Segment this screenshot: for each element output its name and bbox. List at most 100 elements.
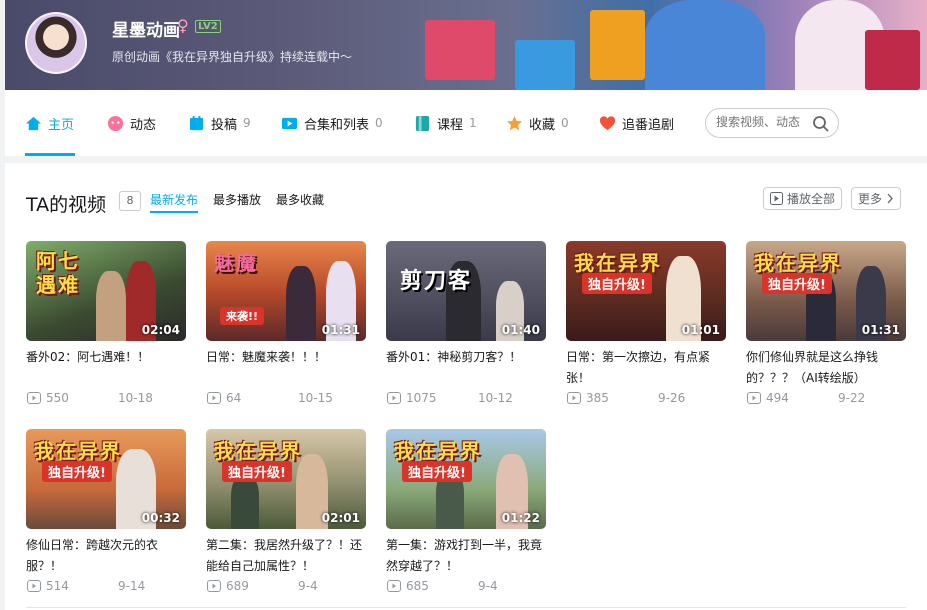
video-card[interactable]: 我在异界 独自升级! 00:32 修仙日常：跨越次元的衣服？！ 514 9-14	[26, 429, 186, 599]
video-title[interactable]: 第二集：我居然升级了？！还能给自己加属性？！	[206, 535, 366, 577]
video-title[interactable]: 第一集：游戏打到一半，我竟然穿越了？！	[386, 535, 546, 577]
video-thumbnail[interactable]: 我在异界 独自升级! 01:31	[746, 241, 906, 341]
play-count-icon	[387, 392, 401, 404]
tab-course[interactable]: 课程 1	[414, 112, 477, 134]
sort-tab-most-played[interactable]: 最多播放	[213, 191, 261, 208]
banner-character-art	[645, 0, 765, 90]
video-card[interactable]: 魅魔 来袭!! 01:31 日常：魅魔来袭！！！ 64 10-15	[206, 241, 366, 411]
video-card[interactable]: 我在异界 独自升级! 01:22 第一集：游戏打到一半，我竟然穿越了？！ 685…	[386, 429, 546, 599]
play-count: 494	[766, 391, 789, 405]
profile-nav: 主页 动态 投稿 9 合集和列表 0 课程 1 收藏 0 追番追剧	[5, 90, 927, 156]
video-title[interactable]: 日常：魅魔来袭！！！	[206, 347, 366, 368]
play-count: 550	[46, 391, 69, 405]
avatar[interactable]	[25, 12, 87, 74]
thumbnail-art-subtitle: 独自升级!	[762, 273, 832, 294]
video-thumbnail[interactable]: 我在异界 独自升级! 01:22	[386, 429, 546, 529]
play-count: 64	[226, 391, 242, 405]
video-thumbnail[interactable]: 魅魔 来袭!! 01:31	[206, 241, 366, 341]
collection-icon	[281, 117, 298, 129]
username[interactable]: 星墨动画	[112, 16, 180, 41]
tab-bangumi[interactable]: 追番追剧	[599, 112, 674, 134]
more-button[interactable]: 更多	[851, 187, 902, 210]
video-duration: 01:01	[681, 323, 720, 337]
thumbnail-art-title: 我在异界	[394, 439, 482, 463]
video-title[interactable]: 你们修仙界就是这么挣钱的？？？（AI转绘版）	[746, 347, 906, 389]
play-count: 689	[226, 579, 249, 593]
video-thumbnail[interactable]: 我在异界 独自升级! 01:01	[566, 241, 726, 341]
banner-gift-decoration	[515, 40, 575, 90]
video-card[interactable]: 我在异界 独自升级! 01:01 日常：第一次擦边，有点紧张！ 385 9-26	[566, 241, 726, 411]
thumbnail-figure	[286, 266, 316, 341]
video-title[interactable]: 番外01：神秘剪刀客？！	[386, 347, 546, 368]
search-box[interactable]	[705, 108, 839, 138]
tab-upload[interactable]: 投稿 9	[188, 112, 251, 134]
video-card[interactable]: 我在异界 独自升级! 01:31 你们修仙界就是这么挣钱的？？？（AI转绘版） …	[746, 241, 906, 411]
play-all-button[interactable]: 播放全部	[763, 187, 843, 210]
tab-count: 0	[561, 116, 569, 130]
upload-date: 9-26	[658, 391, 686, 405]
video-duration: 01:31	[321, 323, 360, 337]
video-meta: 550 10-18	[26, 391, 186, 407]
video-duration: 01:22	[501, 511, 540, 525]
tab-label: 动态	[130, 117, 157, 133]
tab-label: 主页	[48, 117, 75, 133]
play-all-label: 播放全部	[787, 192, 836, 206]
play-count-icon	[747, 392, 761, 404]
divider	[26, 607, 906, 608]
section-count: 8	[119, 191, 141, 211]
thumbnail-figure	[96, 271, 126, 341]
video-thumbnail[interactable]: 剪刀客 01:40	[386, 241, 546, 341]
video-thumbnail[interactable]: 我在异界 独自升级! 02:01	[206, 429, 366, 529]
play-count-icon	[387, 580, 401, 592]
video-meta: 64 10-15	[206, 391, 366, 407]
thumbnail-art-title: 我在异界	[214, 439, 302, 463]
video-thumbnail[interactable]: 阿七遇难 02:04	[26, 241, 186, 341]
play-icon	[770, 192, 783, 205]
banner-gift-decoration	[865, 30, 920, 90]
sort-tab-most-favorited[interactable]: 最多收藏	[276, 191, 324, 208]
upload-date: 9-14	[118, 579, 146, 593]
video-meta: 685 9-4	[386, 579, 546, 595]
more-label: 更多	[858, 192, 883, 206]
tab-home[interactable]: 主页	[25, 112, 74, 134]
upload-date: 9-4	[478, 579, 498, 593]
video-meta: 514 9-14	[26, 579, 186, 595]
thumbnail-art-subtitle: 独自升级!	[402, 461, 472, 482]
gender-icon: ♀	[177, 16, 189, 35]
tab-collection[interactable]: 合集和列表 0	[281, 112, 383, 134]
search-input[interactable]	[716, 115, 811, 129]
video-card[interactable]: 阿七遇难 02:04 番外02：阿七遇难！！ 550 10-18	[26, 241, 186, 411]
video-duration: 00:32	[141, 511, 180, 525]
video-duration: 02:04	[141, 323, 180, 337]
search-icon[interactable]	[812, 115, 830, 133]
video-card[interactable]: 剪刀客 01:40 番外01：神秘剪刀客？！ 1075 10-12	[386, 241, 546, 411]
tab-favorite[interactable]: 收藏 0	[506, 112, 569, 134]
video-duration: 01:40	[501, 323, 540, 337]
play-count-icon	[27, 580, 41, 592]
tab-label: 收藏	[529, 117, 556, 133]
tab-label: 投稿	[211, 117, 238, 133]
sort-tab-indicator	[150, 211, 198, 213]
tab-count: 9	[243, 116, 251, 130]
tab-dynamic[interactable]: 动态	[107, 112, 156, 134]
video-thumbnail[interactable]: 我在异界 独自升级! 00:32	[26, 429, 186, 529]
signature: 原创动画《我在异界独自升级》持续连载中～	[112, 50, 353, 64]
home-icon	[25, 116, 42, 130]
play-count: 685	[406, 579, 429, 593]
video-meta: 689 9-4	[206, 579, 366, 595]
video-title[interactable]: 番外02：阿七遇难！！	[26, 347, 186, 368]
tab-count: 0	[375, 116, 383, 130]
favorite-icon	[506, 115, 523, 130]
video-title[interactable]: 日常：第一次擦边，有点紧张！	[566, 347, 726, 389]
dynamic-icon	[107, 115, 124, 131]
thumbnail-art-title: 我在异界	[574, 251, 662, 275]
video-title[interactable]: 修仙日常：跨越次元的衣服？！	[26, 535, 186, 577]
upload-date: 9-4	[298, 579, 318, 593]
video-meta: 494 9-22	[746, 391, 906, 407]
sort-tab-latest[interactable]: 最新发布	[150, 191, 198, 208]
level-badge: LV2	[195, 20, 221, 33]
video-card[interactable]: 我在异界 独自升级! 02:01 第二集：我居然升级了？！还能给自己加属性？！ …	[206, 429, 366, 599]
course-icon	[415, 115, 430, 131]
videos-panel: TA的视频 8 最新发布 最多播放 最多收藏 播放全部 更多 阿七遇难 02:0…	[5, 163, 927, 610]
thumbnail-art-subtitle: 来袭!!	[220, 307, 265, 325]
